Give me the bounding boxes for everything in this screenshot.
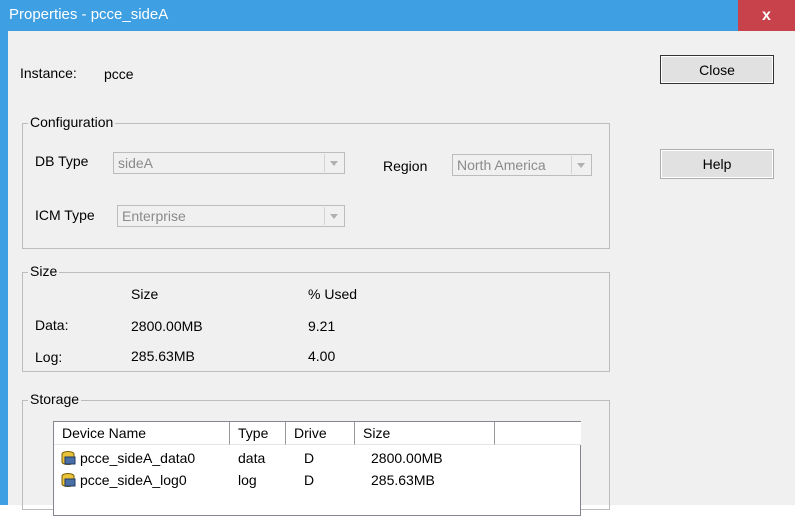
region-label: Region <box>383 158 428 174</box>
log-size-value: 285.63MB <box>131 348 195 364</box>
column-size[interactable]: Size <box>355 422 495 445</box>
configuration-group: Configuration DB Type sideA Region North… <box>22 114 610 249</box>
size-legend: Size <box>28 263 60 279</box>
log-used-value: 4.00 <box>308 348 336 364</box>
region-value: North America <box>457 157 546 173</box>
device-size: 2800.00MB <box>371 450 443 466</box>
column-device-name[interactable]: Device Name <box>54 422 230 445</box>
device-name: pcce_sideA_data0 <box>80 450 196 466</box>
chevron-down-icon[interactable] <box>571 156 590 174</box>
data-size-value: 2800.00MB <box>131 318 203 334</box>
data-row-label: Data: <box>35 317 69 333</box>
log-row-label: Log: <box>35 349 63 365</box>
size-col-header: Size <box>131 286 159 302</box>
storage-device-list[interactable]: Device Name Type Drive Size pcce_sideA_d… <box>53 421 581 516</box>
window-title: Properties - pcce_sideA <box>9 6 169 23</box>
help-button[interactable]: Help <box>660 149 774 179</box>
database-icon <box>61 451 76 465</box>
close-window-icon[interactable]: x <box>738 0 795 31</box>
column-type[interactable]: Type <box>230 422 286 445</box>
storage-list-header: Device Name Type Drive Size <box>54 422 581 446</box>
column-filler <box>495 422 581 445</box>
column-drive[interactable]: Drive <box>286 422 355 445</box>
storage-legend: Storage <box>28 391 82 407</box>
device-type: log <box>238 472 257 488</box>
title-bar[interactable]: Properties - pcce_sideA x <box>0 0 795 31</box>
close-button[interactable]: Close <box>660 55 774 84</box>
icm-type-value: Enterprise <box>122 208 186 224</box>
configuration-legend: Configuration <box>28 114 116 130</box>
device-size: 285.63MB <box>371 472 435 488</box>
instance-label: Instance: <box>20 65 77 81</box>
database-icon <box>61 473 76 487</box>
dialog-client-area: Instance: pcce Close Help Configuration … <box>8 31 795 516</box>
device-drive: D <box>304 450 315 466</box>
used-col-header: % Used <box>308 286 358 302</box>
instance-value: pcce <box>104 66 134 82</box>
db-type-select[interactable]: sideA <box>113 152 345 174</box>
data-used-value: 9.21 <box>308 318 336 334</box>
list-item[interactable]: pcce_sideA_data0 data D 2800.00MB <box>54 447 580 469</box>
icm-type-select[interactable]: Enterprise <box>117 205 345 227</box>
region-select[interactable]: North America <box>452 154 592 176</box>
chevron-down-icon[interactable] <box>324 154 343 172</box>
device-drive: D <box>304 472 315 488</box>
device-name: pcce_sideA_log0 <box>80 472 187 488</box>
list-item[interactable]: pcce_sideA_log0 log D 285.63MB <box>54 469 580 491</box>
chevron-down-icon[interactable] <box>324 207 343 225</box>
device-type: data <box>238 450 266 466</box>
icm-type-label: ICM Type <box>35 207 95 223</box>
db-type-label: DB Type <box>35 153 89 169</box>
size-group: Size Size % Used Data: 2800.00MB 9.21 Lo… <box>22 263 610 372</box>
properties-window: Properties - pcce_sideA x Instance: pcce… <box>0 0 795 516</box>
storage-group: Storage Device Name Type Drive Size pcce… <box>22 391 610 516</box>
db-type-value: sideA <box>118 155 154 171</box>
